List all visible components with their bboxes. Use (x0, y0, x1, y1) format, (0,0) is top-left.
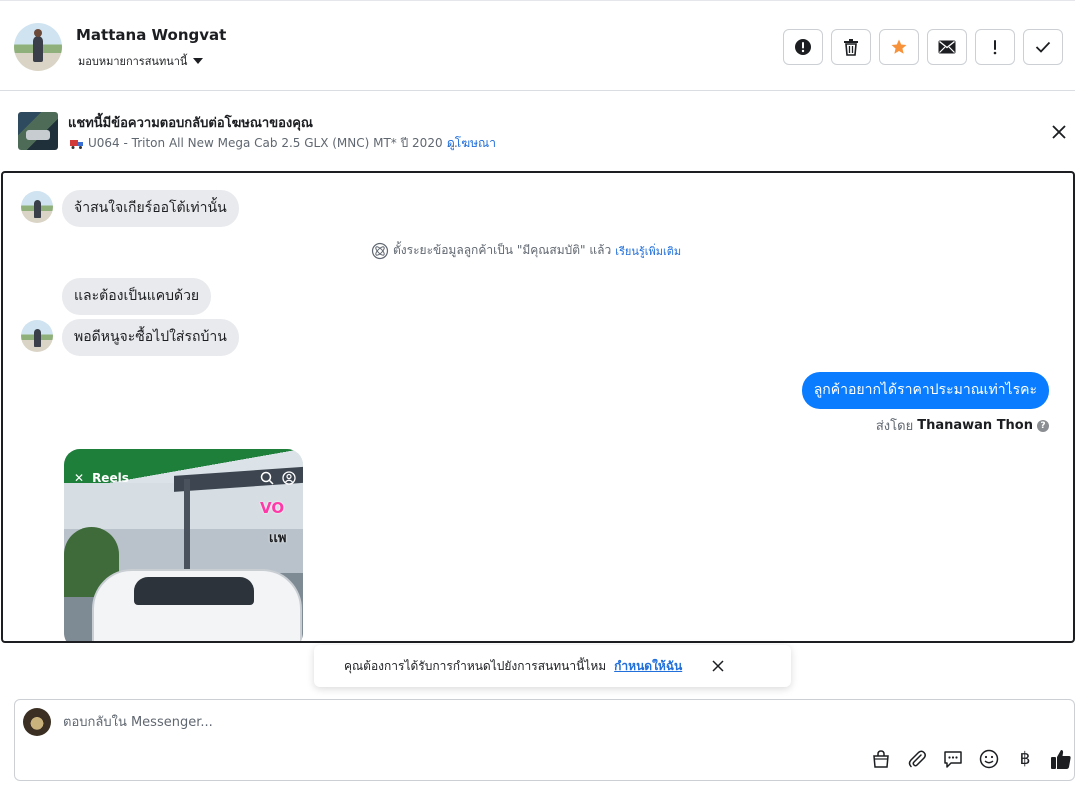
trash-icon (844, 39, 858, 56)
close-banner-button[interactable] (1049, 122, 1069, 142)
paperclip-icon (908, 750, 926, 768)
reel-attachment[interactable]: ✕ Reels VO เเพ (64, 449, 303, 641)
follow-up-button[interactable] (975, 29, 1015, 65)
baht-icon: ฿ (1019, 749, 1031, 769)
mail-icon (938, 40, 956, 54)
incoming-message[interactable]: จ้าสนใจเกียร์ออโต้เท่านั้น (62, 190, 239, 227)
assign-label: มอบหมายการสนทนานี้ (78, 55, 188, 68)
star-icon (891, 39, 907, 54)
check-icon (1035, 41, 1051, 53)
close-icon: ✕ (74, 471, 85, 485)
sent-by-label: ส่งโดย Thanawan Thon ? (876, 415, 1049, 436)
sent-by-prefix: ส่งโดย (875, 419, 914, 434)
toast-close-button[interactable] (710, 658, 726, 674)
ad-reply-banner: แชทนี้มีข้อความตอบกลับต่อโฆษณาของคุณ U06… (0, 92, 1075, 170)
smiley-icon (979, 749, 999, 769)
star-button[interactable] (879, 29, 919, 65)
contact-avatar[interactable] (14, 23, 62, 71)
page-avatar (23, 708, 51, 736)
alert-circle-icon (795, 39, 811, 55)
contact-avatar-small (21, 191, 53, 223)
assign-conversation-dropdown[interactable]: มอบหมายการสนทนานี้ (78, 52, 204, 70)
like-button[interactable] (1049, 747, 1073, 771)
payment-button[interactable]: ฿ (1013, 747, 1037, 771)
spam-button[interactable] (783, 29, 823, 65)
learn-more-link[interactable]: เรียนรู้เพิ่มเติม (615, 242, 681, 260)
ad-subtitle: U064 - Triton All New Mega Cab 2.5 GLX (… (70, 134, 458, 153)
help-icon[interactable]: ? (1037, 419, 1049, 432)
close-icon (1052, 125, 1066, 139)
ad-thumbnail[interactable] (18, 112, 58, 150)
contact-name[interactable]: Mattana Wongvat (76, 26, 226, 44)
sender-name: Thanawan Thon (917, 418, 1033, 433)
profile-icon (282, 471, 296, 485)
attach-button[interactable] (905, 747, 929, 771)
search-icon (260, 471, 274, 485)
incoming-message[interactable]: พอดีหนูจะซื้อไปใส่รถบ้าน (62, 319, 239, 356)
contact-avatar-small (21, 320, 53, 352)
system-note: ตั้งระยะข้อมูลลูกค้าเป็น "มีคุณสมบัติ" แ… (371, 241, 681, 260)
reel-sticker-text: เเพ (269, 531, 287, 546)
message-thread[interactable]: จ้าสนใจเกียร์ออโต้เท่านั้น ตั้งระยะข้อมู… (1, 171, 1075, 643)
incoming-message[interactable]: และต้องเป็นแคบด้วย (62, 278, 212, 315)
atom-icon (371, 242, 389, 259)
shopping-bag-icon (873, 750, 889, 768)
toast-text: คุณต้องการได้รับการกำหนดไปยังการสนทนานี้… (344, 658, 607, 673)
delete-button[interactable] (831, 29, 871, 65)
ad-banner-title: แชทนี้มีข้อความตอบกลับต่อโฆษณาของคุณ (68, 116, 313, 131)
conversation-header: Mattana Wongvat มอบหมายการสนทนานี้ (0, 0, 1075, 91)
assign-toast: คุณต้องการได้รับการกำหนดไปยังการสนทนานี้… (314, 645, 791, 687)
chat-bubble-icon (944, 751, 962, 768)
emoji-button[interactable] (977, 747, 1001, 771)
truck-icon (70, 139, 83, 149)
assign-to-me-link[interactable]: กำหนดให้ฉัน (614, 657, 682, 676)
reels-label: Reels (92, 471, 129, 485)
thumbs-up-icon (1051, 750, 1071, 769)
saved-replies-button[interactable] (941, 747, 965, 771)
shop-button[interactable] (869, 747, 893, 771)
reel-sticker: VO (260, 499, 285, 517)
ad-product-name: U064 - Triton All New Mega Cab 2.5 GLX (… (88, 136, 458, 150)
exclamation-icon (993, 40, 997, 55)
close-icon (712, 660, 724, 672)
reply-input[interactable] (63, 712, 763, 732)
mark-unread-button[interactable] (927, 29, 967, 65)
mark-done-button[interactable] (1023, 29, 1063, 65)
outgoing-message[interactable]: ลูกค้าอยากได้ราคาประมาณเท่าไรคะ (801, 372, 1049, 409)
reel-top-bar: ✕ Reels (74, 469, 296, 487)
message-composer: ฿ (14, 699, 1075, 781)
system-note-text: ตั้งระยะข้อมูลลูกค้าเป็น "มีคุณสมบัติ" แ… (393, 243, 612, 257)
view-ad-link[interactable]: ดูโฆษณา (447, 134, 496, 153)
chevron-down-icon (193, 58, 204, 64)
